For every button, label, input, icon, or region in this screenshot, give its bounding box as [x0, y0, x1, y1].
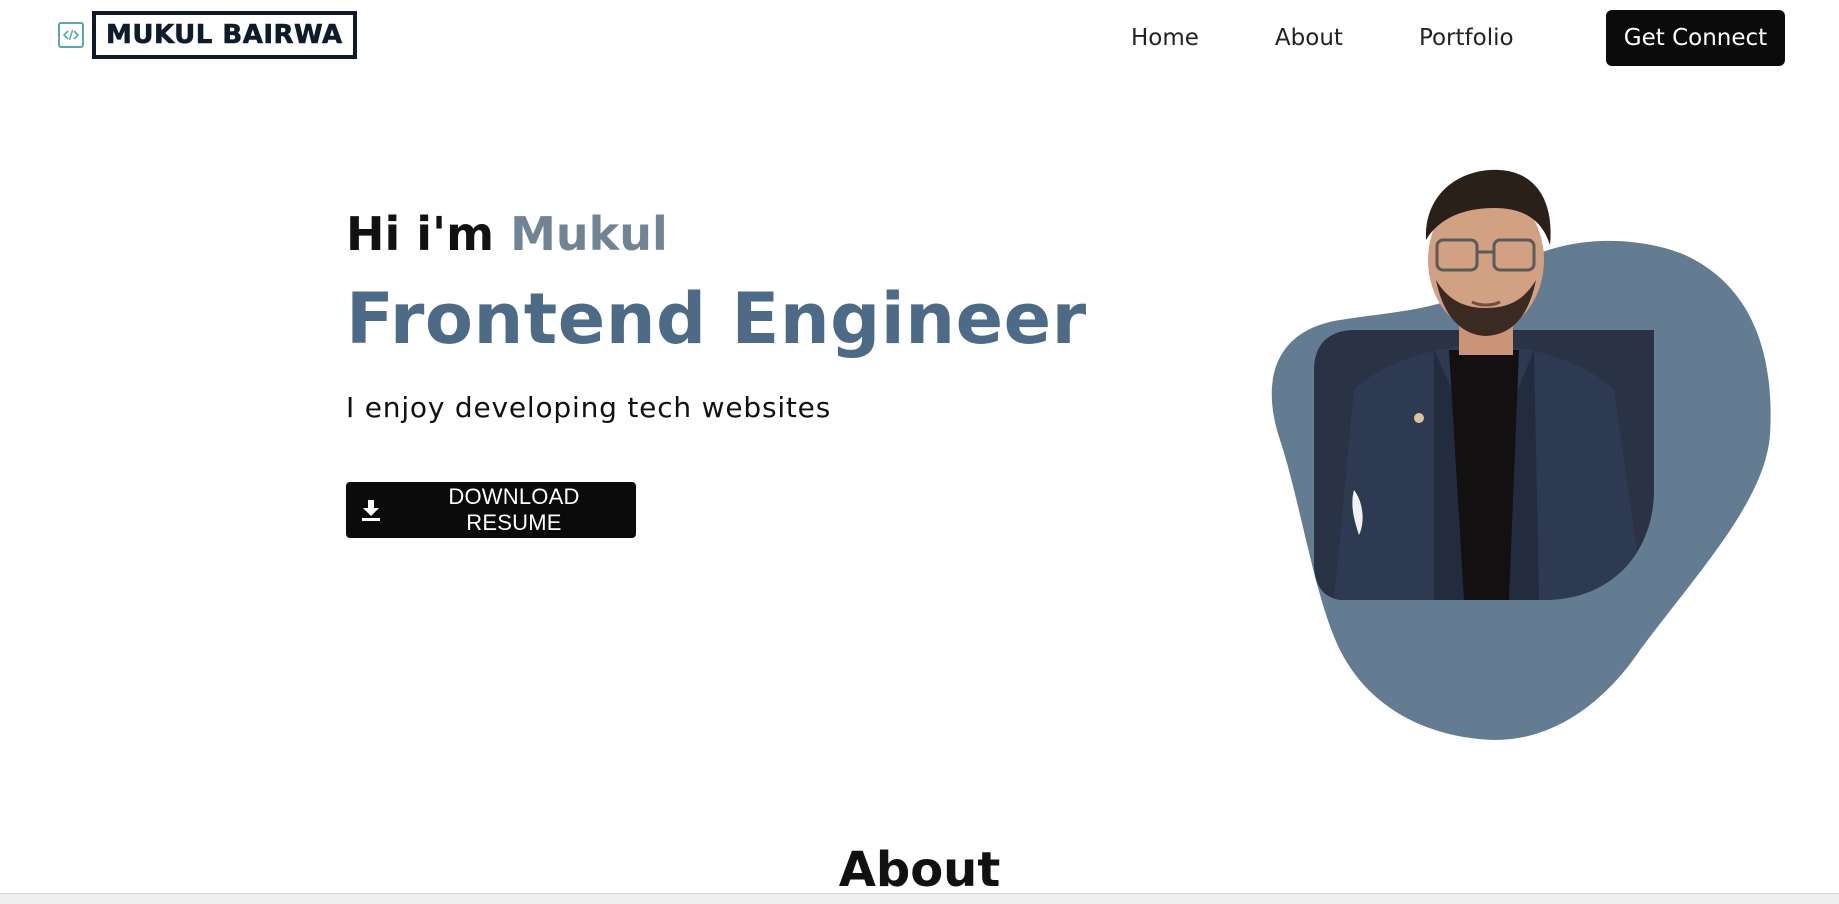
window-bottom-edge [0, 893, 1839, 904]
download-resume-button[interactable]: DOWNLOAD RESUME [346, 482, 636, 538]
greeting-prefix: Hi i'm [346, 207, 495, 261]
nav-link-about[interactable]: About [1275, 22, 1343, 54]
portrait-area [1230, 150, 1790, 750]
logo[interactable]: MUKUL BAIRWA [58, 11, 357, 59]
page: MUKUL BAIRWA Home About Portfolio Get Co… [0, 0, 1839, 904]
download-icon [358, 497, 384, 523]
greeting: Hi i'm Mukul [346, 198, 1087, 270]
code-icon [58, 22, 84, 48]
nav-link-home[interactable]: Home [1131, 22, 1199, 54]
hero-section: Hi i'm Mukul Frontend Engineer I enjoy d… [346, 198, 1087, 538]
tagline: I enjoy developing tech websites [346, 391, 832, 424]
about-heading: About [838, 842, 1001, 898]
get-connect-button[interactable]: Get Connect [1606, 10, 1785, 66]
nav-links: Home About Portfolio [1131, 22, 1514, 54]
download-resume-label: DOWNLOAD RESUME [448, 484, 580, 535]
navbar: MUKUL BAIRWA Home About Portfolio Get Co… [0, 0, 1839, 78]
logo-text: MUKUL BAIRWA [106, 19, 343, 50]
role-title: Frontend Engineer [346, 278, 1087, 360]
logo-box: MUKUL BAIRWA [92, 11, 357, 59]
greeting-name: Mukul [510, 207, 668, 261]
nav-link-portfolio[interactable]: Portfolio [1419, 22, 1514, 54]
profile-photo [1314, 169, 1654, 600]
